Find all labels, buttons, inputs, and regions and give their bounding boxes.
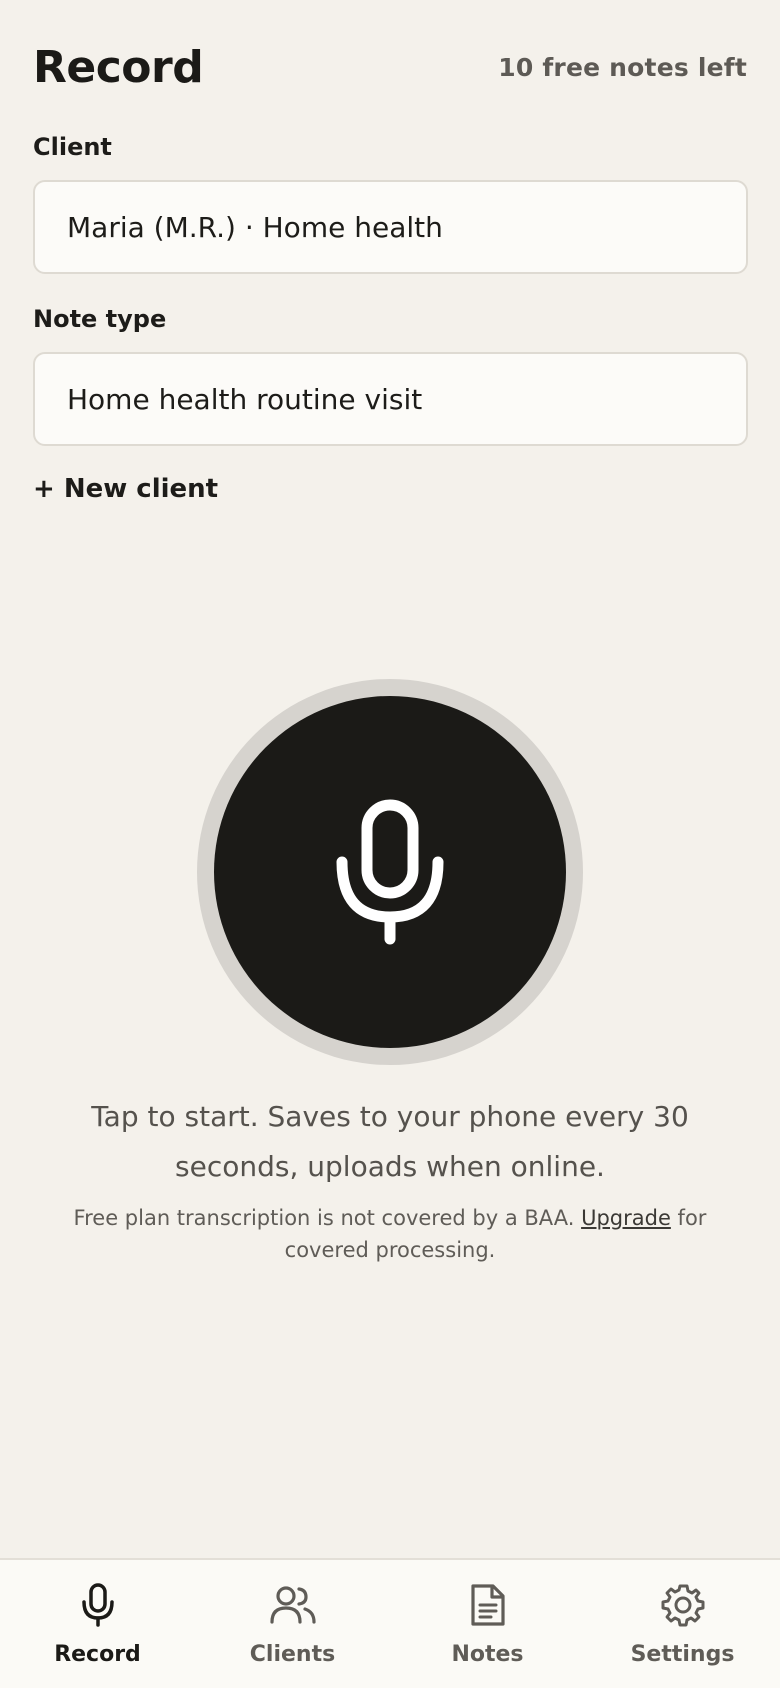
tab-settings-label: Settings (630, 1642, 735, 1667)
gear-icon (660, 1582, 706, 1628)
tab-notes[interactable]: Notes (390, 1560, 585, 1688)
baa-disclaimer: Free plan transcription is not covered b… (50, 1202, 730, 1266)
tab-notes-label: Notes (451, 1642, 524, 1667)
tab-record[interactable]: Record (0, 1560, 195, 1688)
tab-settings[interactable]: Settings (585, 1560, 780, 1688)
client-select[interactable]: Maria (M.R.) · Home health (33, 180, 748, 274)
client-select-value: Maria (M.R.) · Home health (67, 210, 443, 244)
record-button-ring (197, 679, 583, 1065)
free-notes-counter: 10 free notes left (498, 52, 747, 82)
page-title: Record (33, 41, 204, 93)
note-type-select[interactable]: Home health routine visit (33, 352, 748, 446)
tab-clients-label: Clients (249, 1642, 336, 1667)
record-button[interactable] (214, 696, 566, 1048)
users-icon (269, 1582, 316, 1628)
new-client-button[interactable]: + New client (33, 474, 218, 504)
disclaimer-text-before: Free plan transcription is not covered b… (73, 1206, 582, 1230)
note-type-select-value: Home health routine visit (67, 382, 423, 416)
tab-record-label: Record (54, 1642, 141, 1667)
microphone-icon (336, 799, 444, 945)
client-label: Client (33, 133, 112, 161)
tab-clients[interactable]: Clients (195, 1560, 390, 1688)
header: Record 10 free notes left (33, 38, 747, 96)
recording-hint: Tap to start. Saves to your phone every … (91, 1100, 689, 1183)
note-type-label: Note type (33, 305, 167, 333)
microphone-icon (75, 1582, 121, 1628)
document-icon (465, 1582, 511, 1628)
record-screen: Record 10 free notes left Client Maria (… (0, 0, 780, 1688)
upgrade-link[interactable]: Upgrade (581, 1206, 671, 1230)
bottom-tab-bar: Record Clients Notes Settings (0, 1558, 780, 1688)
